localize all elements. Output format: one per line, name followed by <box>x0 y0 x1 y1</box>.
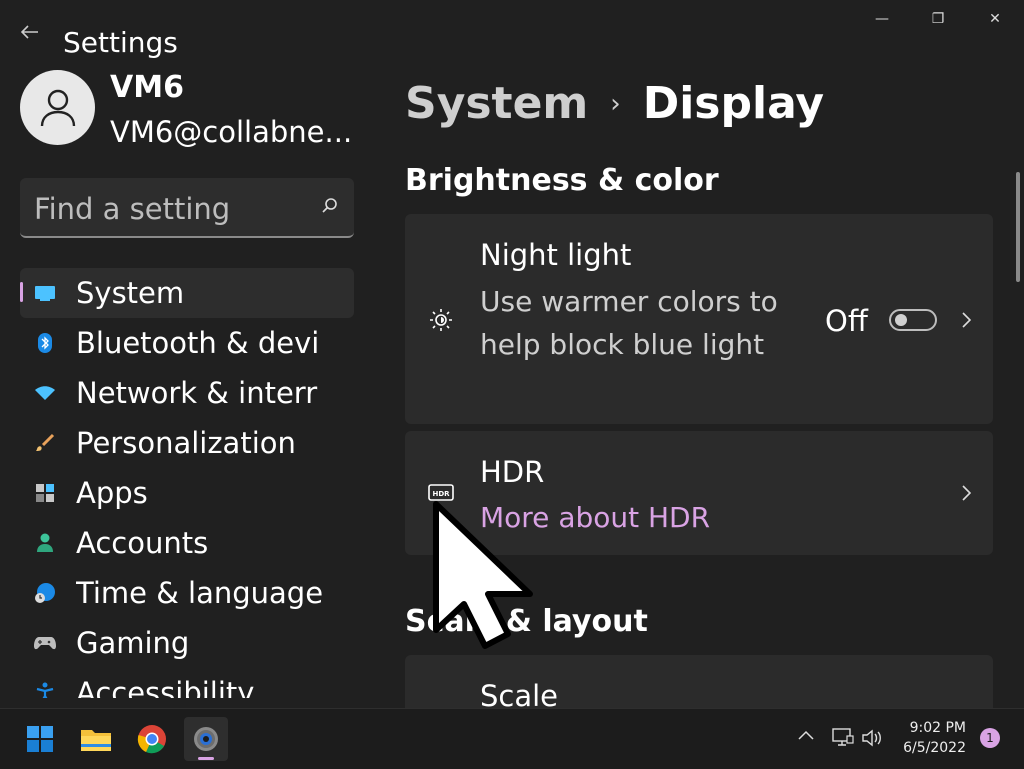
breadcrumb-separator-icon: › <box>610 88 621 119</box>
scrollbar-thumb[interactable] <box>1016 172 1020 282</box>
hdr-title: HDR <box>480 455 545 489</box>
sidebar-item-label: Accessibility <box>76 676 255 698</box>
sidebar-item-personalization[interactable]: Personalization <box>20 418 354 468</box>
sidebar-item-gaming[interactable]: Gaming <box>20 618 354 668</box>
restore-button[interactable]: ❐ <box>918 6 958 32</box>
active-indicator <box>20 282 23 302</box>
clock-time[interactable]: 9:02 PM <box>910 720 966 736</box>
sidebar-item-accessibility[interactable]: Accessibility <box>20 668 354 698</box>
file-explorer-button[interactable] <box>74 717 118 761</box>
sidebar-item-bluetooth[interactable]: Bluetooth & devi <box>20 318 354 368</box>
svg-text:HDR: HDR <box>432 490 450 498</box>
section-heading-brightness: Brightness & color <box>405 163 719 198</box>
brush-icon <box>34 432 56 454</box>
sidebar-item-label: Apps <box>76 476 148 510</box>
chevron-right-icon[interactable] <box>959 310 973 330</box>
back-button[interactable] <box>16 18 44 46</box>
sidebar-item-network[interactable]: Network & interr <box>20 368 354 418</box>
globe-clock-icon <box>34 582 56 604</box>
back-arrow-icon <box>21 25 38 39</box>
section-heading-scale-layout: Scale & layout <box>405 604 648 639</box>
sidebar-nav: System Bluetooth & devi Network & interr… <box>20 268 354 698</box>
toggle-knob <box>895 314 907 326</box>
search-icon[interactable] <box>320 196 340 216</box>
avatar[interactable] <box>20 70 95 145</box>
night-light-description: Use warmer colors to help block blue lig… <box>480 285 778 361</box>
scale-title: Scale <box>480 679 559 708</box>
sidebar-item-label: Gaming <box>76 626 190 660</box>
start-button[interactable] <box>18 717 62 761</box>
accounts-icon <box>34 532 56 554</box>
sidebar-item-label: Accounts <box>76 526 209 560</box>
system-icon <box>34 282 56 304</box>
scale-card[interactable]: Scale <box>405 655 993 708</box>
accessibility-icon <box>34 682 56 698</box>
search-box[interactable]: Find a setting <box>20 178 354 238</box>
user-email: VM6@collabne... <box>110 115 353 149</box>
hdr-icon: HDR <box>427 479 455 507</box>
night-light-card[interactable]: Night light Use warmer colors to help bl… <box>405 214 993 424</box>
breadcrumb-parent[interactable]: System <box>405 78 588 129</box>
sidebar-item-label: Personalization <box>76 426 296 460</box>
clock-date[interactable]: 6/5/2022 <box>903 740 966 756</box>
night-light-title: Night light <box>480 238 632 272</box>
sidebar-item-label: System <box>76 276 185 310</box>
sidebar-item-apps[interactable]: Apps <box>20 468 354 518</box>
gamepad-icon <box>34 632 56 654</box>
search-input[interactable]: Find a setting <box>34 192 230 226</box>
app-title: Settings <box>63 26 178 59</box>
settings-taskbar-button[interactable] <box>184 717 228 761</box>
hdr-card[interactable]: HDR HDR More about HDR <box>405 431 993 555</box>
notification-badge[interactable]: 1 <box>980 728 1000 748</box>
user-name: VM6 <box>110 70 184 105</box>
active-app-indicator <box>198 757 214 760</box>
show-hidden-icons-chevron-up-icon[interactable] <box>798 725 814 744</box>
volume-icon[interactable] <box>862 729 884 751</box>
breadcrumb: System › Display <box>405 78 824 129</box>
taskbar: 9:02 PM 6/5/2022 <box>0 708 1024 769</box>
network-icon[interactable] <box>832 728 854 752</box>
more-about-hdr-link[interactable]: More about HDR <box>480 501 710 534</box>
sidebar-item-accounts[interactable]: Accounts <box>20 518 354 568</box>
minimize-button[interactable]: — <box>862 6 902 32</box>
night-light-state-label: Off <box>825 304 868 338</box>
close-button[interactable]: ✕ <box>975 6 1015 32</box>
sidebar-item-label: Network & interr <box>76 376 318 410</box>
chrome-icon <box>137 725 166 754</box>
bluetooth-icon <box>34 332 56 354</box>
sidebar-item-system[interactable]: System <box>20 268 354 318</box>
chrome-button[interactable] <box>130 717 174 761</box>
brightness-icon <box>427 306 455 334</box>
person-icon <box>40 89 75 126</box>
sidebar-item-label: Bluetooth & devi <box>76 326 320 360</box>
sidebar-item-time-language[interactable]: Time & language <box>20 568 354 618</box>
apps-icon <box>34 482 56 504</box>
wifi-icon <box>34 382 56 404</box>
night-light-toggle[interactable] <box>889 309 937 331</box>
chevron-right-icon[interactable] <box>959 483 973 503</box>
start-icon <box>27 726 53 752</box>
sidebar-item-label: Time & language <box>76 576 324 610</box>
page-title: Display <box>642 78 825 129</box>
settings-icon <box>194 727 218 751</box>
file-explorer-icon <box>81 730 111 751</box>
